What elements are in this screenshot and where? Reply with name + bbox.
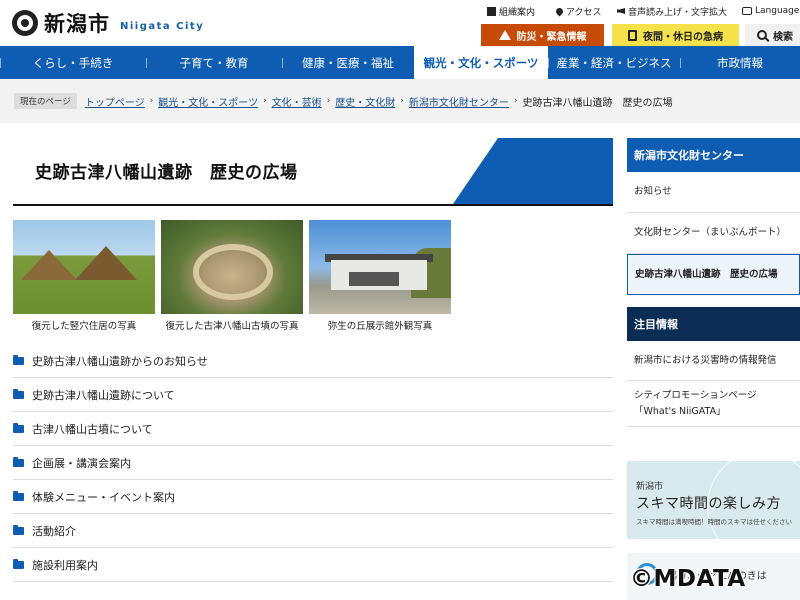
list-item[interactable]: 活動紹介 (13, 514, 613, 548)
list-item-label: 史跡古津八幡山遺跡からのお知らせ (32, 354, 208, 368)
list-item[interactable]: 施設利用案内 (13, 548, 613, 582)
site-header: 新潟市 Niigata City 組織案内 アクセス 音声読み上げ・文字拡大 L… (0, 0, 800, 46)
disaster-info-label: 防災・緊急情報 (516, 31, 587, 43)
photo-caption: 弥生の丘展示館外観写真 (327, 321, 433, 332)
logo-japanese: 新潟市 (44, 12, 110, 36)
page-title-banner: 史跡古津八幡山遺跡 歴史の広場 (13, 138, 613, 206)
search-label: 検索 (773, 31, 793, 43)
disaster-info-button[interactable]: 防災・緊急情報 (481, 24, 604, 46)
city-emblem-icon (12, 10, 38, 36)
org-chart-icon (487, 6, 496, 16)
list-item[interactable]: 企画展・講演会案内 (13, 446, 613, 480)
copyright-watermark: ©MDATA (630, 566, 746, 592)
chevron-right-icon: › (263, 96, 267, 106)
util-link-label: 音声読み上げ・文字拡大 (628, 7, 728, 18)
banner-tagline: スキマ時間は満喫時間！時間のスキマは任せください (636, 518, 792, 526)
sidebar-section-title[interactable]: 新潟市文化財センター (627, 138, 800, 172)
thatched-roof-shape (75, 246, 137, 280)
list-item[interactable]: 古津八幡山古墳について (13, 412, 613, 446)
breadcrumb-label: 現在のページ (14, 93, 77, 109)
thatched-roof-shape (21, 250, 77, 280)
emergency-clinic-button[interactable]: 夜間・休日の急病 (612, 24, 739, 46)
nav-item-living[interactable]: くらし・手続き (0, 46, 146, 79)
nav-item-health[interactable]: 健康・医療・福祉 (282, 46, 414, 79)
title-underline (13, 204, 613, 206)
folder-icon (13, 456, 24, 467)
breadcrumb-link[interactable]: 新潟市文化財センター (409, 94, 509, 109)
list-item-label: 企画展・講演会案内 (32, 456, 131, 470)
breadcrumb-current: 史跡古津八幡山遺跡 歴史の広場 (522, 97, 673, 109)
photo-caption: 復元した竪穴住居の写真 (31, 321, 137, 332)
chevron-right-icon: › (326, 96, 331, 106)
list-item-label: 史跡古津八幡山遺跡について (32, 388, 175, 402)
language-icon (742, 7, 752, 15)
breadcrumb-link[interactable]: 観光・文化・スポーツ (158, 94, 258, 109)
nav-item-childcare[interactable]: 子育て・教育 (146, 46, 282, 79)
notice-section-title: 注目情報 (627, 307, 800, 341)
folder-icon (13, 422, 24, 433)
util-link-label: アクセス (566, 7, 602, 18)
folder-icon (13, 490, 24, 501)
search-button[interactable]: 検索 (745, 24, 800, 46)
content-link-list: 史跡古津八幡山遺跡からのお知らせ 史跡古津八幡山遺跡について 古津八幡山古墳につ… (13, 344, 613, 582)
list-item-label: 古津八幡山古墳について (32, 422, 153, 436)
chevron-right-icon: › (149, 96, 154, 106)
clinic-icon (628, 29, 637, 41)
nav-item-city-admin[interactable]: 市政情報 (680, 46, 800, 79)
list-item-label: 活動紹介 (32, 524, 76, 538)
folder-icon (13, 524, 24, 535)
speaker-icon (617, 8, 625, 14)
photo-caption: 復元した古津八幡山古墳の写真 (165, 321, 299, 332)
notice-item-promotion[interactable]: シティプロモーションページ「What's NiiGATA」 (627, 381, 800, 427)
folder-icon (13, 354, 24, 365)
breadcrumb-link[interactable]: 文化・芸術 (272, 94, 322, 109)
list-item[interactable]: 史跡古津八幡山遺跡からのお知らせ (13, 344, 613, 378)
folder-icon (13, 388, 24, 399)
building-window-shape (349, 272, 399, 286)
util-link-language[interactable]: Language (742, 4, 799, 18)
global-nav: くらし・手続き 子育て・教育 健康・医療・福祉 観光・文化・スポーツ 産業・経済… (0, 46, 800, 79)
nav-item-tourism[interactable]: 観光・文化・スポーツ (414, 46, 548, 79)
nav-item-industry[interactable]: 産業・経済・ビジネス (548, 46, 680, 79)
map-pin-icon (554, 6, 565, 16)
banner-headline: スキマ時間の楽しみ方 (636, 496, 781, 512)
banner-city: 新潟市 (636, 482, 664, 492)
util-link-access[interactable]: アクセス (554, 4, 602, 18)
site-logo[interactable]: 新潟市 Niigata City (12, 8, 204, 38)
photo-exhibition-hall (309, 220, 451, 314)
folder-icon (13, 558, 24, 569)
logo-english: Niigata City (120, 20, 205, 32)
chevron-right-icon: › (400, 96, 404, 106)
util-link-label: Language (755, 6, 800, 16)
sukima-banner[interactable]: 新潟市 スキマ時間の楽しみ方 スキマ時間は満喫時間！時間のスキマは任せください (627, 461, 800, 539)
util-link-organization[interactable]: 組織案内 (487, 4, 535, 18)
list-item[interactable]: 史跡古津八幡山遺跡について (13, 378, 613, 412)
mound-ring-shape (193, 244, 273, 300)
photo-pit-dwelling (13, 220, 155, 314)
breadcrumb-link[interactable]: 歴史・文化財 (335, 94, 395, 109)
sidebar: 新潟市文化財センター お知らせ 文化財センター（まいぶんポート） 史跡古津八幡山… (627, 138, 800, 427)
chevron-right-icon: › (513, 96, 518, 106)
sidebar-item-current[interactable]: 史跡古津八幡山遺跡 歴史の広場 (627, 254, 800, 295)
list-item-label: 施設利用案内 (32, 558, 98, 572)
breadcrumb: 現在のページ トップページ › 観光・文化・スポーツ › 文化・芸術 › 歴史・… (0, 79, 800, 123)
search-icon (757, 30, 767, 40)
photo-burial-mound (161, 220, 303, 314)
util-link-accessibility[interactable]: 音声読み上げ・文字拡大 (617, 4, 727, 18)
sidebar-item-news[interactable]: お知らせ (627, 172, 800, 213)
notice-item-disaster[interactable]: 新潟市における災害時の情報発信 (627, 341, 800, 381)
breadcrumb-link[interactable]: トップページ (85, 94, 145, 109)
list-item[interactable]: 体験メニュー・イベント案内 (13, 480, 613, 514)
util-link-label: 組織案内 (499, 7, 536, 18)
sidebar-item-center[interactable]: 文化財センター（まいぶんポート） (627, 213, 800, 254)
warning-icon (498, 30, 511, 40)
list-item-label: 体験メニュー・イベント案内 (32, 490, 175, 504)
emergency-clinic-label: 夜間・休日の急病 (643, 31, 723, 43)
page-title: 史跡古津八幡山遺跡 歴史の広場 (35, 163, 298, 183)
